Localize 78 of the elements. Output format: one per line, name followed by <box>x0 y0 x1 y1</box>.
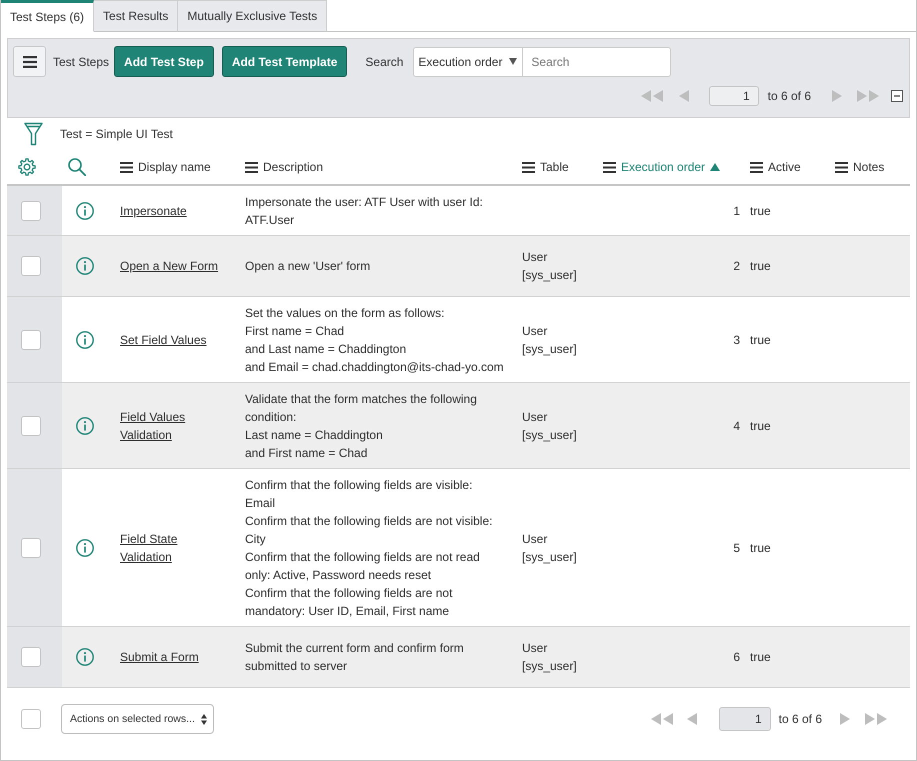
menu-button[interactable] <box>13 46 46 77</box>
search-field[interactable]: Search <box>522 46 672 76</box>
table-cell-text: User [sys_user] <box>522 249 577 284</box>
collapse-icon[interactable] <box>891 90 903 102</box>
info-icon[interactable] <box>76 330 94 348</box>
column-header[interactable]: Execution order <box>603 160 720 174</box>
info-icon[interactable] <box>76 202 94 220</box>
column-header[interactable]: Description <box>245 160 324 174</box>
row-checkbox[interactable] <box>21 256 41 276</box>
active-cell-text: true <box>750 332 771 348</box>
order-cell-text: 5 <box>733 540 740 556</box>
column-menu-icon[interactable] <box>120 162 133 172</box>
search-label: Search <box>365 54 404 68</box>
row-checkbox[interactable] <box>21 538 41 558</box>
display-name-link[interactable]: Field State Validation <box>120 530 178 566</box>
table-cell-text: User [sys_user] <box>522 530 577 566</box>
tab[interactable]: Test Steps (6) <box>1 0 94 32</box>
table-cell-text: User [sys_user] <box>522 408 577 444</box>
page-field[interactable]: 1 <box>708 86 759 106</box>
order-cell-text: 4 <box>733 418 740 434</box>
info-icon[interactable] <box>76 416 94 434</box>
column-menu-icon[interactable] <box>603 162 616 172</box>
actions-select[interactable]: Actions on selected rows... <box>61 704 214 734</box>
info-icon[interactable] <box>76 538 94 556</box>
row-checkbox[interactable] <box>21 200 41 220</box>
filter-condition[interactable]: Test = Simple UI Test <box>60 127 173 141</box>
description-cell-text: Open a new 'User' form <box>245 258 370 275</box>
display-name-link[interactable]: Open a New Form <box>120 257 218 275</box>
active-cell-text: true <box>750 202 771 220</box>
select-all-checkbox[interactable] <box>21 709 41 729</box>
info-icon[interactable] <box>76 648 94 666</box>
column-header[interactable]: Notes <box>835 160 884 174</box>
order-cell-text: 2 <box>733 258 740 275</box>
order-cell-text: 1 <box>733 202 740 220</box>
table-cell-text: User [sys_user] <box>522 640 577 675</box>
page-range: to 6 of 6 <box>768 89 811 103</box>
search-icon[interactable] <box>68 158 86 176</box>
caret-icon <box>509 58 518 65</box>
settings-icon[interactable] <box>18 158 36 176</box>
column-menu-icon[interactable] <box>522 162 535 172</box>
display-name-link[interactable]: Field Values Validation <box>120 408 186 444</box>
tab[interactable]: Test Results <box>94 0 178 32</box>
description-cell-text: Set the values on the form as follows: First name = Chad and Last name = Chaddington and Email = chad.chaddington@its-chad-yo.com <box>245 304 504 376</box>
row-checkbox[interactable] <box>21 647 41 667</box>
description-cell-text: Confirm that the following fields are visible: Email Confirm that the following fields are not visible: City Confirm that the following fields are not read only: Active, Password needs reset Confirm that the following fields are not mandatory: User ID, Email, First name <box>245 476 492 620</box>
column-menu-icon[interactable] <box>835 162 848 172</box>
filter-icon[interactable] <box>24 122 43 146</box>
page-range: to 6 of 6 <box>778 712 822 726</box>
up-down-caret-icon <box>200 714 207 724</box>
table-cell-text: User [sys_user] <box>522 322 577 358</box>
description-cell-text: Submit the current form and confirm form submitted to server <box>245 640 464 675</box>
page-field[interactable]: 1 <box>718 707 771 731</box>
display-name-link[interactable]: Impersonate <box>120 202 187 220</box>
column-header[interactable]: Active <box>750 160 801 174</box>
display-name-link[interactable]: Submit a Form <box>120 648 199 666</box>
active-cell-text: true <box>750 540 771 556</box>
active-cell-text: true <box>750 649 771 666</box>
active-cell-text: true <box>750 418 771 434</box>
menu-icon <box>22 56 36 68</box>
order-cell-text: 6 <box>733 649 740 666</box>
order-cell-text: 3 <box>733 332 740 348</box>
active-cell-text: true <box>750 258 771 275</box>
list-title: Test Steps <box>53 54 110 68</box>
add-button[interactable]: Add Test Step <box>114 46 214 77</box>
add-button[interactable]: Add Test Template <box>222 46 348 77</box>
info-icon[interactable] <box>76 257 94 275</box>
column-header[interactable]: Display name <box>120 160 211 174</box>
display-name-link[interactable]: Set Field Values <box>120 330 206 348</box>
search-field-select[interactable]: Execution order <box>413 46 522 76</box>
row-checkbox[interactable] <box>21 330 41 350</box>
tab[interactable]: Mutually Exclusive Tests <box>178 0 328 32</box>
row-checkbox[interactable] <box>21 416 41 436</box>
column-menu-icon[interactable] <box>245 162 258 172</box>
description-cell-text: Validate that the form matches the following condition: Last name = Chaddington and First name = Chad <box>245 390 477 462</box>
description-cell-text: Impersonate the user: ATF User with user Id: ATF.User <box>245 194 483 228</box>
column-menu-icon[interactable] <box>750 162 763 172</box>
sort-ascending-icon <box>710 163 720 171</box>
column-header[interactable]: Table <box>522 160 569 174</box>
